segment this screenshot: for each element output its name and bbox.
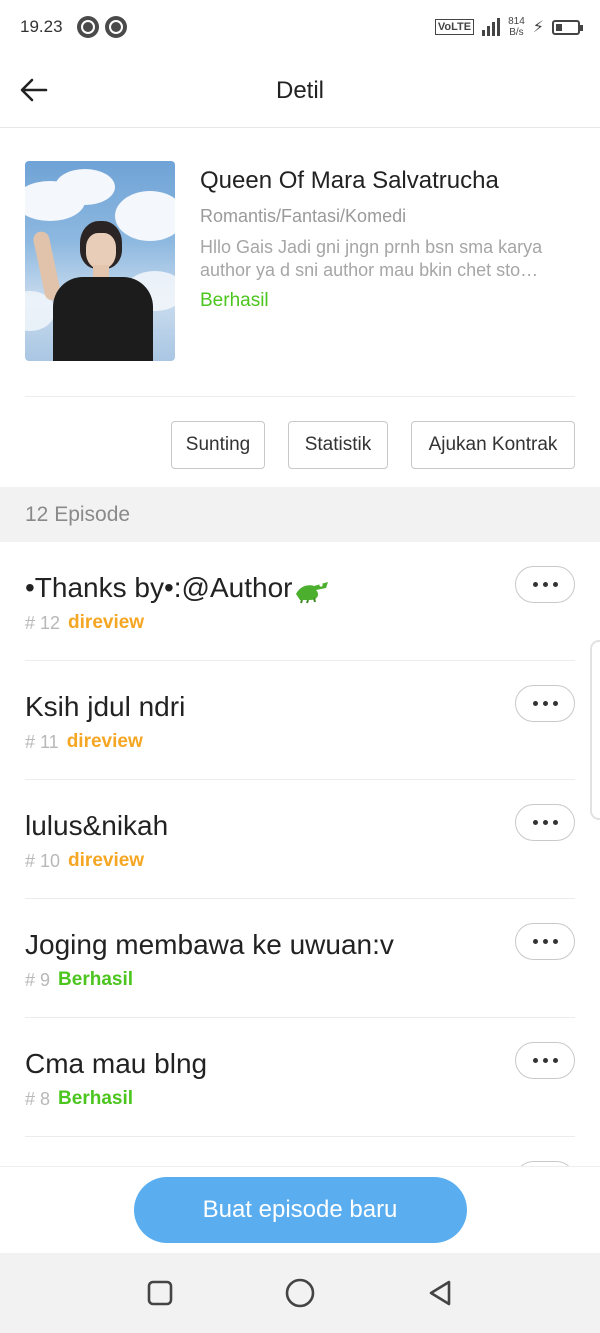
episode-number: # 10: [25, 850, 61, 871]
app-header: Detil: [0, 54, 600, 128]
episode-title: Ksih jdul ndri: [25, 691, 186, 722]
recent-apps-button[interactable]: [143, 1276, 177, 1310]
book-genre: Romantis/Fantasi/Komedi: [200, 206, 407, 226]
status-bar: 19.23 VoLTE 814 B/s ⚡: [0, 0, 600, 54]
book-title: Queen Of Mara Salvatrucha: [200, 167, 499, 194]
notification-icons: [76, 16, 127, 38]
arrow-left-icon: [20, 78, 48, 102]
apply-contract-button[interactable]: Ajukan Kontrak: [411, 421, 575, 469]
page-title: Detil: [275, 76, 324, 104]
episode-number: # 8: [25, 1088, 51, 1109]
back-icon: [429, 1280, 451, 1306]
book-description: Hllo Gais Jadi gni jngn prnh bsn sma kar…: [200, 237, 543, 280]
book-status: Berhasil: [200, 290, 269, 311]
charging-icon: ⚡: [532, 19, 544, 36]
app-notification-icon: [76, 16, 99, 38]
more-options-button[interactable]: [515, 1042, 575, 1079]
bottom-action-bar: Buat episode baru: [0, 1166, 600, 1253]
more-options-button[interactable]: [515, 804, 575, 841]
episode-status: direview: [68, 612, 145, 633]
speed-unit: B/s: [509, 27, 524, 38]
statistics-button[interactable]: Statistik: [288, 421, 388, 469]
episode-title: •Thanks by•:@Author: [25, 572, 330, 604]
episode-title: Cma mau blng: [25, 1048, 208, 1079]
new-episode-button[interactable]: Buat episode baru: [133, 1177, 467, 1243]
episode-count-header: 12 Episode: [0, 487, 600, 542]
volte-icon: VoLTE: [434, 19, 475, 35]
list-item[interactable]: [25, 1137, 575, 1166]
more-options-button[interactable]: [515, 923, 575, 960]
list-item[interactable]: Joging membawa ke uwuan:v # 9 Berhasil: [25, 899, 575, 1018]
speed-value: 814: [508, 16, 525, 27]
status-time: 19.23: [20, 17, 63, 36]
episode-number: # 12: [25, 612, 61, 633]
crocodile-emoji-icon: [296, 581, 329, 603]
edit-button[interactable]: Sunting: [171, 421, 265, 469]
more-options-button[interactable]: [515, 685, 575, 722]
list-item[interactable]: Cma mau blng # 8 Berhasil: [25, 1018, 575, 1137]
list-item[interactable]: lulus&nikah # 10 direview: [25, 780, 575, 899]
list-item[interactable]: •Thanks by•:@Author # 12 direview: [25, 542, 575, 661]
episode-status: direview: [66, 731, 143, 752]
side-drawer-handle[interactable]: [590, 640, 600, 820]
episode-number: # 11: [25, 731, 59, 752]
home-button[interactable]: [283, 1276, 317, 1310]
list-item[interactable]: Ksih jdul ndri # 11 direview: [25, 661, 575, 780]
episode-meta: # 12 direview: [25, 612, 144, 634]
divider: [25, 396, 575, 397]
network-speed: 814 B/s: [508, 16, 525, 38]
book-card[interactable]: Queen Of Mara Salvatrucha Romantis/Fanta…: [25, 161, 575, 362]
episode-status: Berhasil: [58, 969, 134, 990]
episode-meta: # 11 direview: [25, 731, 143, 753]
episode-title: lulus&nikah: [25, 810, 169, 841]
battery-icon: [552, 19, 583, 35]
book-cover: [25, 161, 175, 361]
episode-title: Joging membawa ke uwuan:v: [25, 929, 394, 960]
home-icon: [285, 1278, 315, 1308]
book-actions: Sunting Statistik Ajukan Kontrak: [171, 421, 575, 469]
episode-meta: # 9 Berhasil: [25, 969, 133, 991]
recent-apps-icon: [147, 1280, 173, 1306]
back-button[interactable]: [18, 74, 50, 106]
more-options-button[interactable]: [515, 566, 575, 603]
episode-meta: # 10 direview: [25, 850, 144, 872]
episode-list[interactable]: •Thanks by•:@Author # 12 direview Ksih j…: [0, 542, 600, 1166]
episode-status: direview: [68, 850, 145, 871]
signal-icon: [482, 18, 501, 36]
episode-status: Berhasil: [58, 1088, 134, 1109]
episode-meta: # 8 Berhasil: [25, 1088, 133, 1110]
system-nav-bar: [0, 1253, 600, 1333]
system-back-button[interactable]: [423, 1276, 457, 1310]
chrome-icon: [104, 16, 127, 38]
system-icons: VoLTE 814 B/s ⚡: [434, 16, 583, 38]
episode-number: # 9: [25, 969, 51, 990]
book-info: Queen Of Mara Salvatrucha Romantis/Fanta…: [200, 161, 575, 362]
